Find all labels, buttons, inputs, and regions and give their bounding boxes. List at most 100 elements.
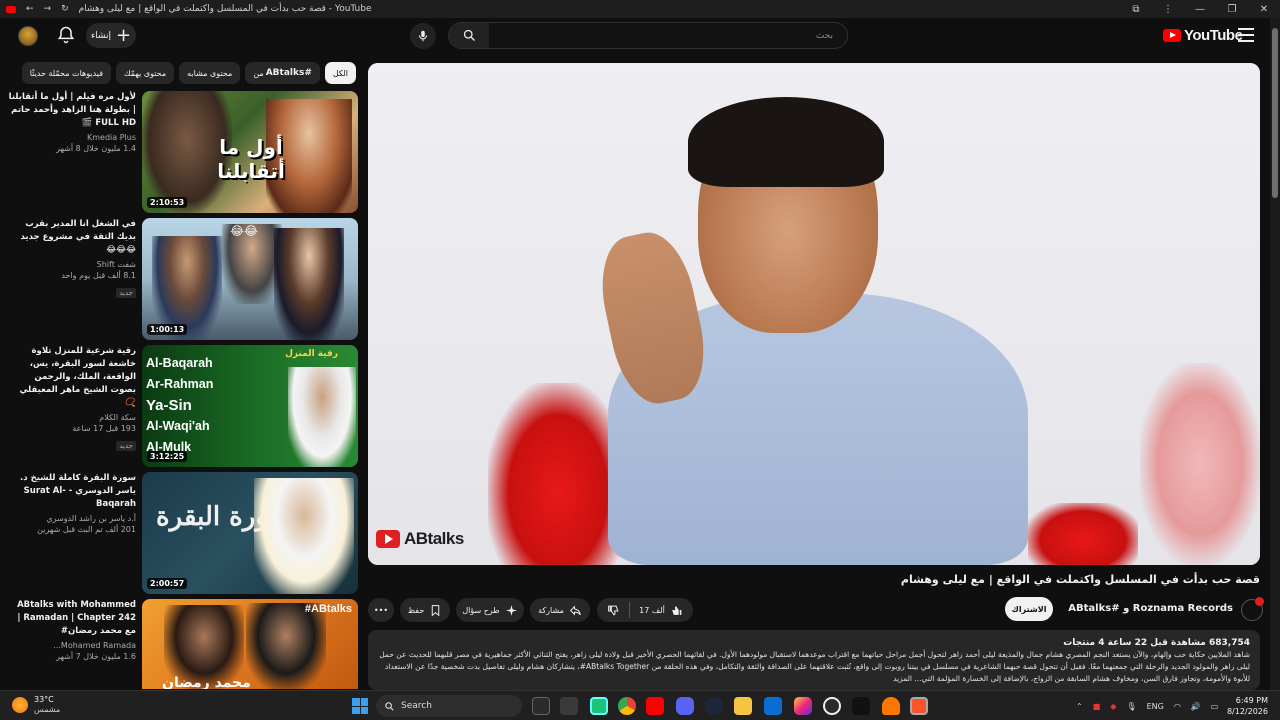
video-stats: 201 ألف تم البث قبل شهرين [37,525,136,534]
minimize-button[interactable]: — [1184,4,1216,15]
taskbar-search[interactable]: Search [376,695,522,717]
app-icon[interactable] [764,697,782,715]
windows-start-icon[interactable] [352,698,368,714]
obs-icon[interactable] [823,697,841,715]
video-description[interactable]: 683,754 مشاهدة قبل 22 ساعة 4 منتجات شاهد… [368,630,1260,690]
video-duration: 2:10:53 [147,197,188,208]
like-icon[interactable] [670,604,683,617]
channel-name[interactable]: سكة الكلام [8,413,136,422]
channel-name[interactable]: أ.د ياسر بن راشد الدوسري [8,514,136,523]
subscribe-button[interactable]: الاشتراك [1005,597,1053,621]
recommendation-item[interactable]: أول ما أتقابلنا 2:10:53 لأول مره فيلم | … [8,91,358,213]
video-title[interactable]: لأول مره فيلم | أول ما أتقابلنا | بطولة … [8,91,136,130]
store-icon[interactable] [560,697,578,715]
task-view-icon[interactable] [532,697,550,715]
ask-button[interactable]: طرح سؤال [456,598,524,622]
tray-app-icon[interactable]: ■ [1093,702,1101,711]
chip-related[interactable]: محتوى مشابه [179,62,241,84]
tray-mic-icon[interactable]: 🎙 [1126,702,1136,711]
video-thumbnail[interactable]: 😂😂 1:00:13 [142,218,358,340]
chip-for-you[interactable]: محتوى يهمّك [116,62,175,84]
like-dislike-group: 17 ألف [597,598,693,622]
page-scrollbar[interactable] [1270,18,1280,690]
close-button[interactable]: ✕ [1248,4,1280,15]
youtube-logo[interactable]: YouTube [1163,27,1243,44]
save-button[interactable]: حفظ [400,598,450,622]
voice-search-button[interactable] [410,23,436,49]
chip-recently-uploaded[interactable]: فيديوهات محمّلة حديثًا [21,62,112,84]
search-button[interactable] [449,23,489,48]
guide-menu-icon[interactable] [1238,28,1254,42]
video-thumbnail[interactable]: Al-Baqarah Ar-Rahman Ya-Sin Al-Waqi'ah A… [142,345,358,467]
video-thumbnail[interactable]: #ABtalks محمد رمضان [142,599,358,689]
masthead: إنشاء + YouTube [0,18,1270,54]
video-title[interactable]: رقية شرعية للمنزل تلاوة خاشعة لسور البقر… [8,345,136,410]
sunny-weather-icon [12,697,28,713]
surah-name: Al-Baqarah [146,356,213,370]
share-button[interactable]: مشاركة [530,598,590,622]
forward-arrow-icon[interactable]: → [44,4,52,14]
channel-name[interactable]: Kmedia Plus [8,133,136,142]
search-icon [463,29,475,41]
surah-name: Ar-Rahman [146,377,214,391]
notifications-bell-icon[interactable] [56,25,76,45]
file-explorer-icon[interactable] [734,697,752,715]
video-title[interactable]: ABtalks with Mohammed Ramadan | Chapter … [8,599,136,638]
wifi-icon[interactable]: ◠ [1174,702,1181,711]
video-owner: ABtalks# و Roznama Records الاشتراك [1005,596,1264,622]
video-title[interactable]: في الشغل انا المدير بقرب بديك الثقة في م… [8,218,137,257]
recommendation-item[interactable]: 😂😂 1:00:13 في الشغل انا المدير بقرب بديك… [8,218,358,340]
recommendation-item[interactable]: سُورة البقرة 2:00:57 سورة البقرة كاملة ل… [8,472,358,594]
recommendation-item[interactable]: #ABtalks محمد رمضان ABtalks with Mohamme… [8,599,358,689]
video-stats: 1.6 مليون خلال 7 أشهر [56,652,136,661]
more-actions-button[interactable]: ••• [368,598,394,622]
channel-name[interactable]: شفت Shift [8,260,136,269]
video-thumbnail[interactable]: سُورة البقرة 2:00:57 [142,472,358,594]
chip-from-channel[interactable]: من ABtalks# [245,62,320,84]
create-button[interactable]: إنشاء + [86,23,136,48]
plus-icon: + [115,24,132,46]
scrollbar-thumb[interactable] [1272,28,1278,198]
extensions-icon[interactable]: ⧉ [1120,4,1152,15]
soundcloud-icon[interactable] [882,697,900,715]
search-box [448,22,848,49]
search-input[interactable] [489,23,847,48]
thumbnail-title-text: أول ما أتقابلنا [217,135,285,183]
channel-name[interactable]: Mohamed Ramada... [8,641,136,650]
maximize-button[interactable]: ❐ [1216,4,1248,15]
weather-widget[interactable]: 33°C مشمس [12,695,60,715]
back-arrow-icon[interactable]: ← [26,4,34,14]
system-tray: ⌃ ■ ◆ 🎙 ENG ◠ 🔊 ▭ [1076,691,1218,720]
video-chair-arm [1028,503,1138,565]
youtube-app-icon[interactable] [646,697,664,715]
account-avatar[interactable] [18,26,38,46]
tiktok-icon[interactable] [852,697,870,715]
logo-text: YouTube [1184,27,1243,44]
reload-icon[interactable]: ↻ [61,4,69,14]
chip-all[interactable]: الكل [324,62,356,84]
recommendation-item[interactable]: Al-Baqarah Ar-Rahman Ya-Sin Al-Waqi'ah A… [8,345,358,467]
taskbar-search-icon [385,701,394,711]
description-stats: 683,754 مشاهدة قبل 22 ساعة 4 منتجات [1063,638,1250,648]
active-app-icon[interactable] [590,697,608,715]
instagram-icon[interactable] [794,697,812,715]
taskbar-search-label: Search [401,701,432,711]
chrome-icon[interactable] [618,697,636,715]
video-title[interactable]: سورة البقرة كاملة للشيخ د. ياسر الدوسري … [8,472,136,511]
video-player[interactable]: ABtalks [368,63,1260,565]
taskbar-clock[interactable]: 6:49 PM 8/12/2026 [1208,695,1268,717]
browser-menu-icon[interactable]: ⋮ [1152,4,1184,15]
dislike-icon[interactable] [607,604,620,617]
channel-name-link[interactable]: ABtalks# و Roznama Records [1068,603,1233,614]
video-thumbnail[interactable]: أول ما أتقابلنا 2:10:53 [142,91,358,213]
language-indicator[interactable]: ENG [1147,702,1164,711]
tray-app-icon[interactable]: ◆ [1110,702,1116,711]
discord-icon[interactable] [676,697,694,715]
tray-overflow-chevron-icon[interactable]: ⌃ [1076,702,1083,711]
steam-icon[interactable] [705,697,723,715]
volume-icon[interactable]: 🔊 [1191,702,1201,711]
channel-avatar[interactable] [1241,597,1264,621]
related-filter-chips: الكل من ABtalks# محتوى مشابه محتوى يهمّك… [14,62,356,84]
brave-browser-icon[interactable] [910,697,928,715]
video-duration: 3:12:25 [147,451,188,462]
